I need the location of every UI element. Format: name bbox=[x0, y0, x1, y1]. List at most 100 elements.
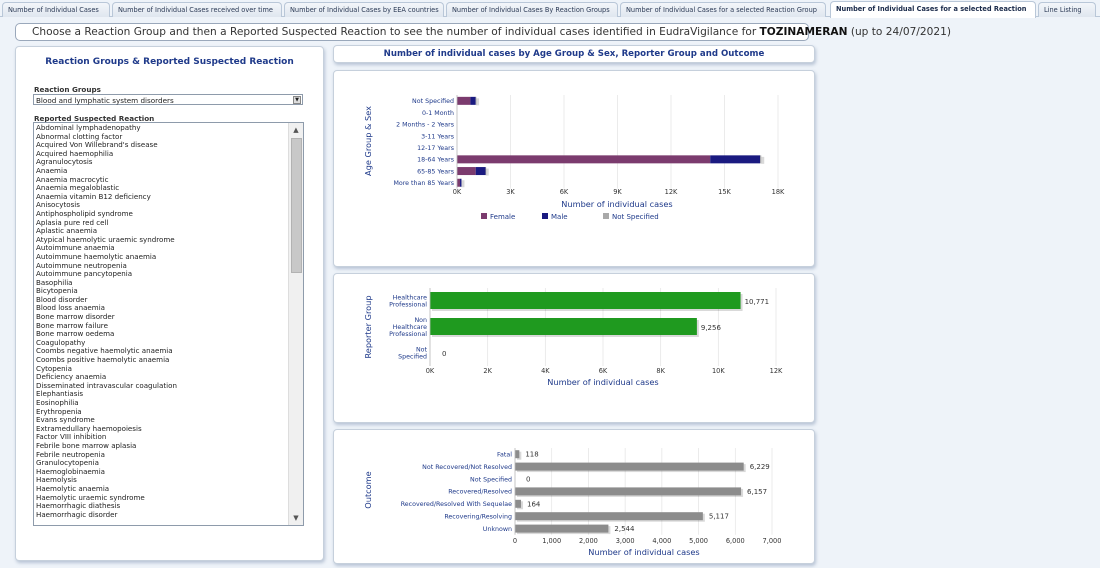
bar-shadow bbox=[485, 168, 489, 176]
age-sex-chart: Age Group & Sex Number of individual cas… bbox=[363, 95, 785, 221]
age-sex-bar-female[interactable] bbox=[457, 155, 711, 164]
reporter-x-tick: 4K bbox=[541, 367, 550, 375]
age-sex-chart-panel: Age Group & Sex Number of individual cas… bbox=[333, 70, 815, 267]
age-sex-bar-female[interactable] bbox=[457, 96, 471, 105]
age-sex-bar-male[interactable] bbox=[470, 96, 476, 105]
outcome-bar[interactable] bbox=[515, 462, 744, 471]
outcome-x-axis-title: Number of individual cases bbox=[588, 547, 699, 557]
outcome-bar[interactable] bbox=[515, 450, 520, 459]
outcome-x-tick: 4,000 bbox=[652, 537, 671, 545]
bar-shadow bbox=[461, 180, 465, 188]
tab-cases-over-time[interactable]: Number of Individual Cases received over… bbox=[112, 2, 282, 17]
listbox-scrollbar[interactable]: ▲ ▼ bbox=[288, 123, 303, 525]
outcome-value-label: 2,544 bbox=[614, 525, 635, 533]
age-sex-bar-male[interactable] bbox=[475, 167, 486, 176]
reaction-group-select[interactable]: Blood and lymphatic system disorders ▼ bbox=[33, 94, 303, 105]
instruction-banner: Choose a Reaction Group and then a Repor… bbox=[15, 23, 951, 41]
outcome-value-label: 164 bbox=[527, 500, 541, 508]
tab-cases-selected-reaction[interactable]: Number of Individual Cases for a selecte… bbox=[830, 1, 1036, 18]
scroll-up-icon[interactable]: ▲ bbox=[289, 123, 303, 137]
outcome-x-tick: 7,000 bbox=[763, 537, 782, 545]
legend-swatch bbox=[603, 213, 609, 219]
charts-title: Number of individual cases by Age Group … bbox=[333, 45, 815, 63]
instruction-date: (up to 24/07/2021) bbox=[847, 26, 951, 38]
tab-number-of-individual-cases[interactable]: Number of Individual Cases bbox=[2, 2, 110, 17]
reporter-group-label: Not bbox=[416, 347, 428, 354]
age-sex-bar-not-specified[interactable] bbox=[760, 155, 762, 164]
tab-line-listing[interactable]: Line Listing bbox=[1038, 2, 1096, 17]
reporter-bar[interactable] bbox=[430, 318, 697, 335]
outcome-label: Fatal bbox=[497, 452, 512, 459]
reporter-x-tick: 8K bbox=[656, 367, 665, 375]
outcome-label: Recovered/Resolved bbox=[448, 489, 512, 496]
outcome-x-tick: 2,000 bbox=[579, 537, 598, 545]
outcome-x-tick: 1,000 bbox=[542, 537, 561, 545]
age-sex-bar-female[interactable] bbox=[457, 167, 476, 176]
outcome-y-axis-title: Outcome bbox=[363, 471, 373, 508]
outcome-bar[interactable] bbox=[515, 499, 522, 508]
reaction-list-item[interactable]: Autoimmune pancytopenia bbox=[36, 269, 286, 279]
reaction-listbox[interactable]: Abdominal lymphadenopathy Abnormal clotti… bbox=[33, 122, 304, 526]
outcome-value-label: 118 bbox=[525, 451, 538, 459]
reaction-group-selected: Blood and lymphatic system disorders bbox=[36, 96, 174, 105]
reporter-x-tick: 2K bbox=[483, 367, 492, 375]
legend-swatch bbox=[481, 213, 487, 219]
reporter-group-label: Healthcare bbox=[393, 295, 427, 302]
age-group-label: 0-1 Month bbox=[422, 110, 454, 117]
age-sex-x-tick: 18K bbox=[772, 188, 785, 196]
legend-label: Male bbox=[551, 213, 568, 221]
reporter-bar[interactable] bbox=[430, 292, 741, 309]
reaction-list-item[interactable]: Coombs positive haemolytic anaemia bbox=[36, 355, 286, 365]
scroll-down-icon[interactable]: ▼ bbox=[289, 511, 303, 525]
age-sex-bar-male[interactable] bbox=[710, 155, 761, 164]
outcome-chart-panel: Outcome Number of individual cases 0 1,00… bbox=[333, 429, 815, 564]
reporter-x-tick: 12K bbox=[770, 367, 783, 375]
age-sex-x-tick: 12K bbox=[665, 188, 678, 196]
legend-label: Female bbox=[490, 213, 515, 221]
age-sex-bar-female[interactable] bbox=[457, 178, 461, 187]
outcome-bar[interactable] bbox=[515, 524, 609, 533]
age-sex-x-tick: 15K bbox=[718, 188, 731, 196]
scrollbar-thumb[interactable] bbox=[291, 138, 302, 273]
outcome-bar[interactable] bbox=[515, 487, 742, 496]
outcome-value-label: 6,229 bbox=[750, 463, 770, 471]
age-group-label: 18-64 Years bbox=[417, 157, 454, 164]
reporter-x-tick: 10K bbox=[712, 367, 725, 375]
outcome-value-label: 5,117 bbox=[709, 513, 729, 521]
reaction-panel-title: Reaction Groups & Reported Suspected Rea… bbox=[45, 57, 294, 67]
reporter-y-axis-title: Reporter Group bbox=[363, 295, 373, 358]
age-sex-legend: Female Male Not Specified bbox=[481, 213, 659, 221]
outcome-label: Not Recovered/Not Resolved bbox=[422, 464, 512, 471]
age-sex-x-axis-title: Number of individual cases bbox=[561, 199, 672, 209]
page-root: { "tabs": [ {"label": "Number of Individ… bbox=[0, 0, 1100, 568]
reaction-groups-label: Reaction Groups bbox=[34, 85, 101, 94]
reporter-group-label: Professional bbox=[389, 331, 427, 338]
reporter-x-axis-title: Number of individual cases bbox=[547, 377, 658, 387]
reporter-x-tick: 0K bbox=[426, 367, 435, 375]
age-sex-bar-male[interactable] bbox=[460, 178, 462, 187]
reaction-list: Abdominal lymphadenopathy Abnormal clotti… bbox=[36, 123, 286, 520]
age-group-label: Not Specified bbox=[412, 98, 454, 105]
outcome-x-tick: 5,000 bbox=[689, 537, 708, 545]
tab-cases-by-eea-countries[interactable]: Number of Individual Cases by EEA countr… bbox=[284, 2, 444, 17]
reporter-value-label: 0 bbox=[442, 350, 446, 358]
reporter-group-label: Professional bbox=[389, 302, 427, 309]
chevron-down-icon[interactable]: ▼ bbox=[293, 96, 301, 104]
bar-shadow bbox=[761, 156, 765, 164]
age-group-label: 2 Months - 2 Years bbox=[396, 122, 454, 129]
legend-label: Not Specified bbox=[612, 213, 659, 221]
tab-cases-selected-reaction-group[interactable]: Number of Individual Cases for a selecte… bbox=[620, 2, 826, 17]
outcome-value-label: 0 bbox=[526, 476, 530, 484]
bar-shadow bbox=[476, 98, 480, 106]
outcome-label: Recovered/Resolved With Sequelae bbox=[401, 501, 512, 508]
outcome-label: Recovering/Resolving bbox=[444, 514, 512, 521]
outcome-x-tick: 0 bbox=[513, 537, 517, 545]
age-group-label: 12-17 Years bbox=[417, 145, 454, 152]
reaction-list-item[interactable]: Haemorrhagic disorder bbox=[36, 510, 286, 520]
product-name: TOZINAMERAN bbox=[759, 26, 848, 38]
tab-cases-by-reaction-groups[interactable]: Number of Individual Cases By Reaction G… bbox=[446, 2, 618, 17]
outcome-bar[interactable] bbox=[515, 512, 703, 521]
reaction-list-item[interactable]: Agranulocytosis bbox=[36, 158, 286, 167]
tab-bar: Number of Individual Cases Number of Ind… bbox=[0, 0, 1100, 18]
outcome-x-tick: 6,000 bbox=[726, 537, 745, 545]
